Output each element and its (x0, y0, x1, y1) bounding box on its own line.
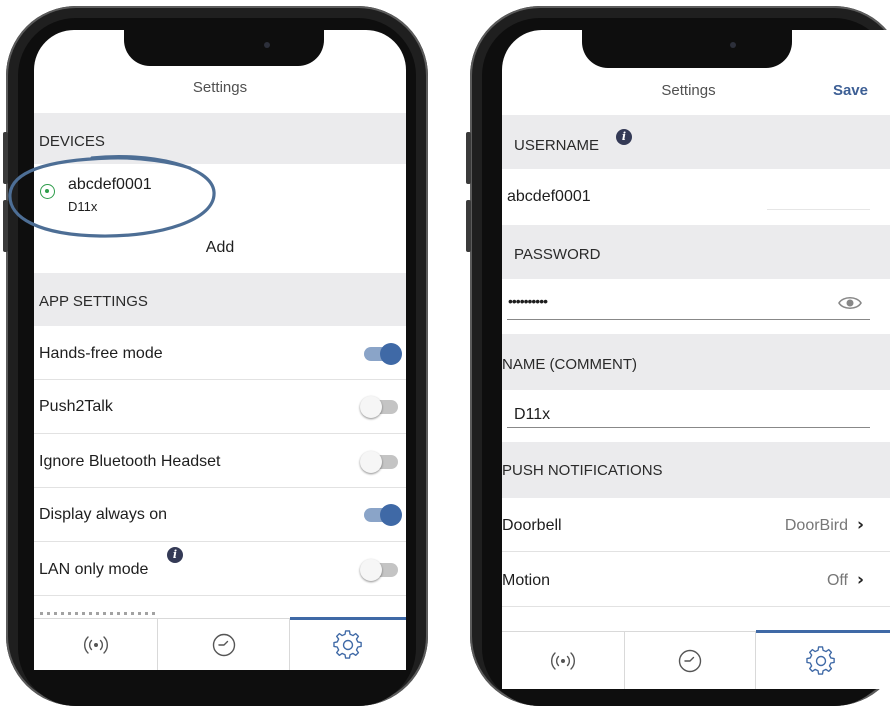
live-icon (551, 652, 575, 670)
push2talk-toggle[interactable] (360, 396, 398, 418)
name-underline (507, 427, 870, 428)
name-field[interactable]: D11x (514, 406, 550, 424)
name-row: D11x (502, 390, 890, 442)
tab-live[interactable] (502, 632, 624, 689)
page-title: Settings (192, 79, 248, 96)
info-icon[interactable]: i (167, 547, 183, 563)
right-phone-side-button (466, 200, 471, 252)
camera-dot (264, 42, 270, 48)
tab-settings[interactable] (756, 632, 886, 689)
tab-history[interactable] (625, 632, 755, 689)
push-row-motion[interactable]: Motion Off › (502, 552, 890, 607)
left-tab-bar (34, 617, 406, 670)
display-always-on-toggle[interactable] (364, 504, 402, 526)
username-section-header: USERNAME i (502, 115, 890, 169)
annotation-circle (8, 155, 216, 238)
page-title: Settings (661, 82, 716, 99)
camera-dot (730, 42, 736, 48)
username-value: abcdef0001 (507, 188, 591, 205)
right-tab-bar (502, 630, 890, 689)
motion-value: Off (826, 572, 848, 589)
ignore-bluetooth-toggle[interactable] (360, 451, 398, 473)
tab-settings[interactable] (290, 619, 406, 670)
right-screen: Settings Save USERNAME i abcdef0001 PASS… (502, 30, 890, 689)
right-phone-side-button (466, 132, 471, 184)
settings-icon (333, 630, 362, 659)
notch (582, 30, 792, 68)
push-notifications-section-header: PUSH NOTIFICATIONS (502, 442, 890, 498)
setting-row-lan-only: LAN only mode i (34, 542, 406, 596)
hands-free-toggle[interactable] (364, 343, 402, 365)
tab-live[interactable] (34, 619, 157, 670)
notch (124, 30, 324, 66)
password-row: •••••••••• (502, 279, 890, 334)
app-settings-section-header: APP SETTINGS (34, 273, 406, 326)
username-row: abcdef0001 (502, 170, 890, 225)
chevron-right-icon: › (856, 515, 864, 535)
setting-row-push2talk: Push2Talk (34, 380, 406, 434)
push-row-doorbell[interactable]: Doorbell DoorBird › (502, 498, 890, 552)
lan-only-toggle[interactable] (360, 559, 398, 581)
save-button[interactable]: Save (833, 82, 868, 99)
chevron-right-icon: › (856, 570, 864, 590)
tab-history[interactable] (158, 619, 289, 670)
history-icon (678, 649, 702, 673)
password-underline (507, 319, 870, 320)
password-section-header: PASSWORD (502, 225, 890, 279)
password-field[interactable]: •••••••••• (508, 293, 548, 309)
name-section-header: NAME (COMMENT) (502, 334, 890, 390)
doorbell-value: DoorBird (784, 517, 848, 534)
left-screen: Settings DEVICES abcdef0001 D11x Add APP… (34, 30, 406, 670)
username-underline (767, 209, 870, 210)
setting-row-display-always-on: Display always on (34, 488, 406, 542)
live-icon (83, 636, 108, 654)
setting-row-ignore-bluetooth: Ignore Bluetooth Headset (34, 434, 406, 488)
cut-off-text (40, 612, 155, 615)
eye-icon[interactable] (838, 295, 862, 311)
history-icon (212, 633, 235, 657)
info-icon[interactable]: i (616, 129, 632, 145)
setting-row-hands-free: Hands-free mode (34, 326, 406, 380)
settings-icon (806, 646, 835, 675)
